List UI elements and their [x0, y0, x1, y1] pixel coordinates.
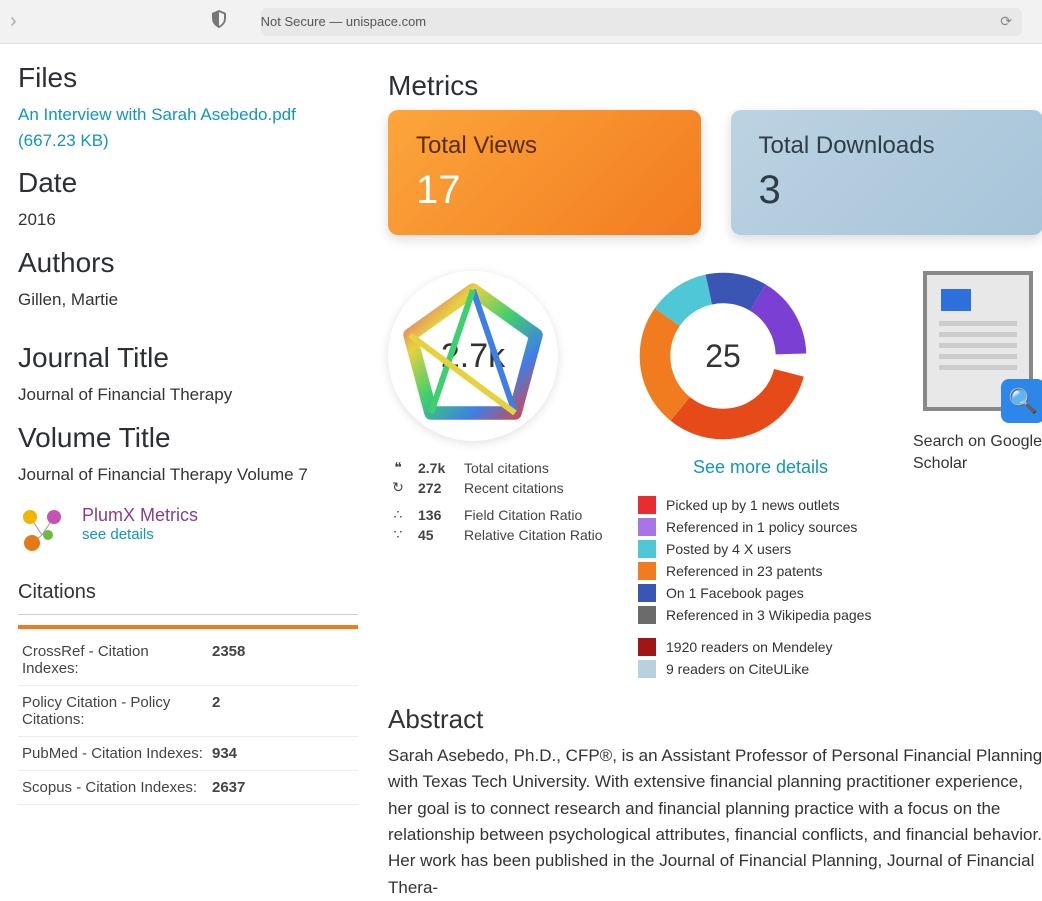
- stat-label: Total citations: [464, 460, 549, 476]
- citation-value: 934: [208, 737, 358, 771]
- views-label: Total Views: [416, 132, 673, 160]
- color-swatch: [638, 606, 656, 624]
- downloads-label: Total Downloads: [759, 132, 1016, 160]
- metrics-heading: Metrics: [388, 70, 1042, 102]
- citations-table: CrossRef - Citation Indexes:2358 Policy …: [18, 635, 358, 805]
- table-row: Policy Citation - Policy Citations:2: [18, 686, 358, 737]
- altmetric-text: On 1 Facebook pages: [666, 585, 804, 601]
- document-icon: 🔍: [923, 271, 1033, 411]
- stat-value: 272: [418, 480, 454, 496]
- stat-value: 2.7k: [418, 460, 454, 476]
- fcr-icon: ∴: [388, 506, 408, 523]
- downloads-value: 3: [759, 168, 1016, 213]
- altmetric-row: 9 readers on CiteULike: [638, 660, 883, 678]
- altmetric-text: Referenced in 23 patents: [666, 563, 822, 579]
- citation-label: PubMed - Citation Indexes:: [18, 737, 208, 771]
- plumx-title: PlumX Metrics: [82, 505, 198, 526]
- divider: [18, 614, 358, 615]
- plumx-see-details-link[interactable]: see details: [82, 526, 198, 543]
- authors-heading: Authors: [18, 247, 358, 279]
- views-card: Total Views 17: [388, 110, 701, 235]
- stat-label: Recent citations: [464, 480, 564, 496]
- journal-value: Journal of Financial Therapy: [18, 382, 358, 408]
- altmetric-text: Referenced in 1 policy sources: [666, 519, 857, 535]
- table-row: PubMed - Citation Indexes:934: [18, 737, 358, 771]
- altmetric-row: 1920 readers on Mendeley: [638, 638, 883, 656]
- files-heading: Files: [18, 62, 358, 94]
- color-swatch: [638, 584, 656, 602]
- journal-heading: Journal Title: [18, 342, 358, 374]
- views-value: 17: [416, 168, 673, 213]
- main-content: Metrics Total Views 17 Total Downloads 3: [388, 62, 1042, 901]
- color-swatch: [638, 562, 656, 580]
- shield-icon[interactable]: [211, 10, 227, 33]
- abstract-heading: Abstract: [388, 704, 1042, 735]
- citation-value: 2: [208, 686, 358, 737]
- altmetric-row: Picked up by 1 news outlets: [638, 496, 883, 514]
- citations-accent-bar: [18, 625, 358, 629]
- stat-label: Relative Citation Ratio: [464, 527, 603, 543]
- stat-value: 136: [418, 507, 454, 523]
- altmetric-row: Referenced in 1 policy sources: [638, 518, 883, 536]
- scholar-label: Search on Google Scholar: [913, 431, 1042, 476]
- altmetric-text: Posted by 4 X users: [666, 541, 791, 557]
- altmetric-row: Posted by 4 X users: [638, 540, 883, 558]
- altmetric-score: 25: [677, 310, 769, 402]
- volume-heading: Volume Title: [18, 422, 358, 454]
- quote-icon: ❝: [388, 459, 408, 476]
- volume-value: Journal of Financial Therapy Volume 7: [18, 462, 358, 488]
- forward-nav-icon[interactable]: ›: [10, 10, 17, 33]
- color-swatch: [638, 540, 656, 558]
- altmetric-row: Referenced in 3 Wikipedia pages: [638, 606, 883, 624]
- table-row: CrossRef - Citation Indexes:2358: [18, 635, 358, 686]
- citations-heading: Citations: [18, 581, 358, 604]
- color-swatch: [638, 518, 656, 536]
- downloads-card: Total Downloads 3: [731, 110, 1042, 235]
- citation-label: Policy Citation - Policy Citations:: [18, 686, 208, 737]
- dimensions-stats: ❝ 2.7k Total citations ↻ 272 Recent citation…: [388, 459, 608, 543]
- altmetric-row: Referenced in 23 patents: [638, 562, 883, 580]
- altmetric-text: Referenced in 3 Wikipedia pages: [666, 607, 871, 623]
- file-download-link[interactable]: An Interview with Sarah Asebedo.pdf (667…: [18, 102, 358, 153]
- date-heading: Date: [18, 167, 358, 199]
- address-text: Not Secure — unispace.com: [261, 14, 426, 29]
- citation-label: Scopus - Citation Indexes:: [18, 771, 208, 805]
- altmetric-badge[interactable]: 25: [638, 271, 808, 441]
- citation-value: 2358: [208, 635, 358, 686]
- date-value: 2016: [18, 207, 358, 233]
- stat-value: 45: [418, 527, 454, 543]
- stat-label: Field Citation Ratio: [464, 507, 582, 523]
- plumx-widget[interactable]: PlumX Metrics see details: [18, 505, 358, 553]
- altmetric-text: Picked up by 1 news outlets: [666, 497, 840, 513]
- address-field[interactable]: Not Secure — unispace.com ⟳: [261, 8, 1022, 36]
- altmetric-text: 1920 readers on Mendeley: [666, 639, 833, 655]
- google-scholar-link[interactable]: 🔍 Search on Google Scholar: [913, 271, 1042, 476]
- altmetric-row: On 1 Facebook pages: [638, 584, 883, 602]
- citation-label: CrossRef - Citation Indexes:: [18, 635, 208, 686]
- color-swatch: [638, 638, 656, 656]
- see-more-details-link[interactable]: See more details: [638, 457, 883, 478]
- magnifier-icon: 🔍: [1001, 379, 1042, 423]
- reload-icon[interactable]: ⟳: [1000, 13, 1012, 30]
- rcr-icon: ∵: [388, 526, 408, 543]
- color-swatch: [638, 660, 656, 678]
- altmetric-breakdown: Picked up by 1 news outlets Referenced in…: [638, 496, 883, 678]
- plumx-icon: [18, 505, 66, 553]
- recent-icon: ↻: [388, 479, 408, 496]
- abstract-text: Sarah Asebedo, Ph.D., CFP®, is an Assist…: [388, 743, 1042, 901]
- browser-address-bar: › Not Secure — unispace.com ⟳: [0, 0, 1042, 44]
- citation-value: 2637: [208, 771, 358, 805]
- color-swatch: [638, 496, 656, 514]
- authors-value: Gillen, Martie: [18, 287, 358, 313]
- sidebar: Files An Interview with Sarah Asebedo.pd…: [18, 62, 358, 901]
- table-row: Scopus - Citation Indexes:2637: [18, 771, 358, 805]
- dimensions-badge[interactable]: 2.7k: [388, 271, 558, 441]
- altmetric-text: 9 readers on CiteULike: [666, 661, 809, 677]
